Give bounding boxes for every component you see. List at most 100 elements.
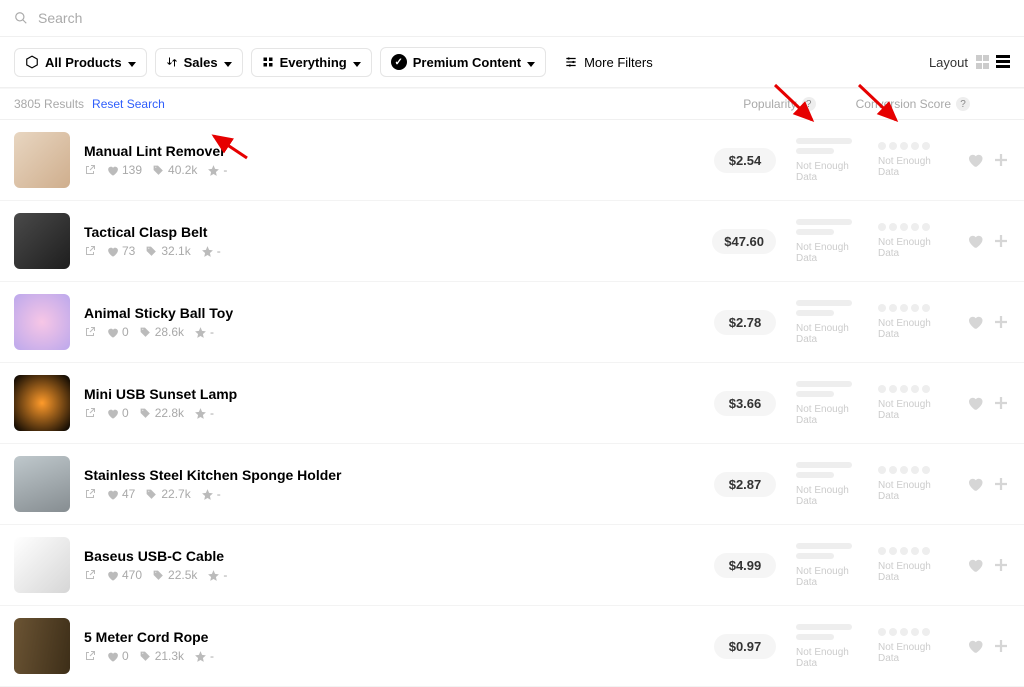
product-row[interactable]: Tactical Clasp Belt7332.1k-$47.60Not Eno… [0,201,1024,282]
reset-search[interactable]: Reset Search [92,97,165,111]
add-button[interactable] [992,232,1010,250]
filter-premium[interactable]: Premium Content [380,47,546,77]
star-icon: - [207,163,227,177]
product-row[interactable]: Stainless Steel Kitchen Sponge Holder 47 2… [0,444,1024,525]
product-thumb[interactable] [14,537,70,593]
product-title[interactable]: 5 Meter Cord Rope [84,629,700,645]
favorite-button[interactable] [966,394,984,412]
add-button[interactable] [992,151,1010,169]
product-row[interactable]: Manual Lint Remover 139 40.2k- $2.54 Not Eno… [0,120,1024,201]
product-row[interactable]: 5 Meter Cord Rope 0 21.3k- $0.97 Not Enough … [0,606,1024,687]
product-thumb[interactable] [14,456,70,512]
conversion-cell: Not Enough Data [878,466,938,502]
grid-icon [262,56,274,68]
star-icon: - [201,487,221,501]
filter-more[interactable]: More Filters [554,49,663,76]
info-icon[interactable]: ? [956,97,970,111]
popularity-cell: Not Enough Data [796,381,852,426]
likes: 470 [106,568,142,582]
tag-count: 22.8k [139,406,184,420]
favorite-button[interactable] [966,637,984,655]
tag-count: 32.1k [145,244,190,258]
product-thumb[interactable] [14,132,70,188]
product-title[interactable]: Mini USB Sunset Lamp [84,386,700,402]
layout-switcher: Layout [929,55,1010,70]
external-link-icon[interactable] [84,164,96,176]
star-icon: - [194,649,214,663]
add-button[interactable] [992,394,1010,412]
col-popularity: Popularity? [743,97,815,111]
likes: 0 [106,406,129,420]
filter-everything[interactable]: Everything [251,48,372,77]
product-row[interactable]: Animal Sticky Ball Toy028.6k-$2.78Not En… [0,282,1024,363]
col-conversion: Conversion Score? [856,97,970,111]
filter-all-products[interactable]: All Products [14,48,147,77]
product-thumb[interactable] [14,294,70,350]
product-price: $4.99 [714,553,776,578]
popularity-cell: Not Enough Data [796,138,852,183]
tag-count: 40.2k [152,163,197,177]
filter-sales[interactable]: Sales [155,48,243,77]
conversion-cell: Not Enough Data [878,304,938,340]
product-thumb[interactable] [14,213,70,269]
external-link-icon[interactable] [84,488,96,500]
tag-count: 22.5k [152,568,197,582]
product-price: $3.66 [714,391,776,416]
popularity-cell: Not Enough Data [796,624,852,669]
conversion-cell: Not Enough Data [878,628,938,664]
popularity-cell: Not Enough Data [796,543,852,588]
product-title[interactable]: Tactical Clasp Belt [84,224,698,240]
product-title[interactable]: Manual Lint Remover [84,143,700,159]
favorite-button[interactable] [966,475,984,493]
external-link-icon[interactable] [84,326,96,338]
product-thumb[interactable] [14,618,70,674]
product-title[interactable]: Baseus USB-C Cable [84,548,700,564]
popularity-cell: Not Enough Data [796,219,852,264]
product-row[interactable]: Baseus USB-C Cable 470 22.5k- $4.99 Not Enou… [0,525,1024,606]
likes: 0 [106,325,129,339]
product-thumb[interactable] [14,375,70,431]
external-link-icon[interactable] [84,407,96,419]
tag-count: 28.6k [139,325,184,339]
likes: 139 [106,163,142,177]
add-button[interactable] [992,637,1010,655]
search-icon [14,11,28,25]
favorite-button[interactable] [966,151,984,169]
conversion-cell: Not Enough Data [878,547,938,583]
external-link-icon[interactable] [84,650,96,662]
product-price: $2.54 [714,148,776,173]
conversion-cell: Not Enough Data [878,223,938,259]
star-icon: - [194,325,214,339]
cube-icon [25,55,39,69]
external-link-icon[interactable] [84,569,96,581]
add-button[interactable] [992,313,1010,331]
star-icon: - [207,568,227,582]
conversion-cell: Not Enough Data [878,142,938,178]
external-link-icon[interactable] [84,245,96,257]
favorite-button[interactable] [966,232,984,250]
tag-count: 21.3k [139,649,184,663]
add-button[interactable] [992,475,1010,493]
popularity-cell: Not Enough Data [796,462,852,507]
favorite-button[interactable] [966,313,984,331]
popularity-cell: Not Enough Data [796,300,852,345]
sliders-icon [564,55,578,69]
product-title[interactable]: Animal Sticky Ball Toy [84,305,700,321]
product-title[interactable]: Stainless Steel Kitchen Sponge Holder [84,467,700,483]
product-price: $2.87 [714,472,776,497]
product-price: $47.60 [712,229,776,254]
likes: 47 [106,487,135,501]
favorite-button[interactable] [966,556,984,574]
add-button[interactable] [992,556,1010,574]
product-row[interactable]: Mini USB Sunset Lamp022.8k-$3.66Not Enou… [0,363,1024,444]
sort-icon [166,56,178,68]
product-price: $0.97 [714,634,776,659]
layout-grid-button[interactable] [976,55,990,69]
search-input[interactable] [38,10,1010,26]
star-icon: - [201,244,221,258]
conversion-cell: Not Enough Data [878,385,938,421]
info-icon[interactable]: ? [802,97,816,111]
layout-list-button[interactable] [996,55,1010,69]
tag-count: 22.7k [145,487,190,501]
likes: 0 [106,649,129,663]
